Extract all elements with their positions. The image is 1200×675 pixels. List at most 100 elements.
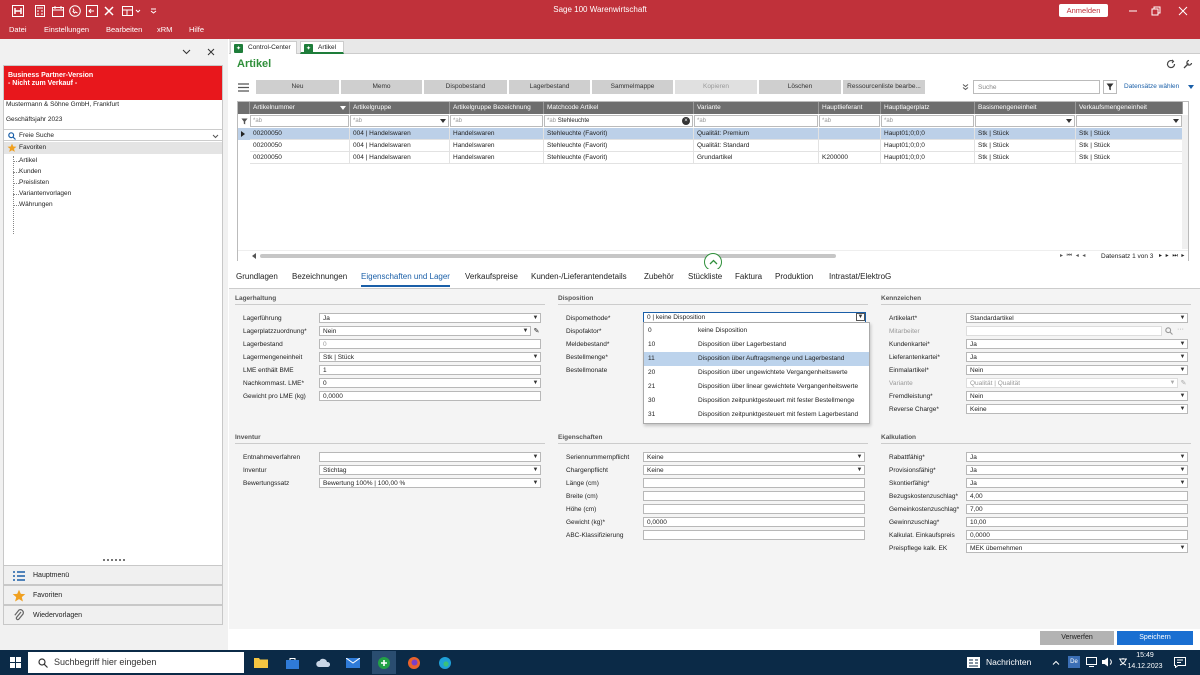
minimize-icon[interactable] (1122, 2, 1144, 20)
tab-verkaufspreise[interactable]: Verkaufspreise (465, 272, 518, 281)
menu-bearbeiten[interactable]: Bearbeiten (106, 25, 142, 34)
search-input[interactable]: Suche (973, 80, 1100, 94)
window-close-icon[interactable] (1172, 2, 1194, 20)
tab-eigenschaften-und-lager[interactable]: Eigenschaften und Lager (361, 272, 450, 287)
tab-stueckliste[interactable]: Stückliste (688, 272, 722, 281)
dropdown-option[interactable]: 11 Disposition über Auftragsmenge und Lag… (644, 352, 869, 366)
kalkulat-einkaufspreis-field[interactable]: 0,0000 (966, 530, 1188, 540)
restore-icon[interactable] (1145, 2, 1167, 20)
column-header-artikelnummer[interactable]: Artikelnummer (250, 102, 350, 114)
mail-icon[interactable] (344, 654, 362, 671)
hamburger-icon[interactable] (236, 81, 250, 93)
speaker-icon[interactable] (1101, 656, 1113, 668)
filter-variante[interactable]: *ab (694, 115, 818, 127)
gewinnzuschlag-field[interactable]: 10,00 (966, 517, 1188, 527)
tab-produktion[interactable]: Produktion (775, 272, 813, 281)
news-widget-icon[interactable] (964, 654, 982, 671)
menu-datei[interactable]: Datei (9, 25, 27, 34)
einmalartikel-select[interactable]: Nein ▼ (966, 365, 1188, 375)
nav-favoriten-button[interactable]: Favoriten (3, 585, 223, 605)
seriennummernpflicht-select[interactable]: Keine ▼ (643, 452, 865, 462)
tree-item-variantenvorlagen[interactable]: Variantenvorlagen (19, 190, 71, 197)
chevron-down-icon[interactable] (1173, 119, 1179, 125)
freie-suche-row[interactable]: Freie Suche (4, 129, 222, 141)
inventur-select[interactable]: Stichtag ▼ (319, 465, 541, 475)
lme-enthaelt-bme-field[interactable]: 1 (319, 365, 541, 375)
tab-control-center[interactable]: ✦ Control-Center (230, 41, 297, 54)
column-header-artikelgruppe[interactable]: Artikelgruppe (350, 102, 450, 114)
sammelmappe-button[interactable]: Sammelmappe (592, 80, 673, 94)
copy-button[interactable]: Kopieren (675, 80, 757, 94)
chevron-down-icon[interactable] (211, 132, 219, 140)
edit-pencil-icon[interactable]: ✎ (532, 326, 541, 336)
edge-icon[interactable] (436, 654, 454, 671)
nav-hauptmenue-button[interactable]: Hauptmenü (3, 565, 223, 585)
clear-filter-icon[interactable]: × (682, 117, 690, 125)
refresh-icon[interactable] (1165, 58, 1177, 70)
vertical-scrollbar[interactable] (1182, 115, 1188, 249)
dropdown-option[interactable]: 10 Disposition über Lagerbestand (644, 338, 869, 352)
dropdown-option[interactable]: 21 Disposition über linear gewichtete Ver… (644, 380, 869, 394)
filter-matchcode[interactable]: *ab Stehleuchte × (544, 115, 693, 127)
chargenpflicht-select[interactable]: Keine ▼ (643, 465, 865, 475)
wrench-icon[interactable] (1182, 58, 1194, 70)
notification-icon[interactable] (1173, 656, 1187, 669)
menu-hilfe[interactable]: Hilfe (189, 25, 204, 34)
gewicht-pro-lme-field[interactable]: 0,0000 (319, 391, 541, 401)
filter-artikelgruppe[interactable]: *ab (350, 115, 449, 127)
clock-date[interactable]: 14.12.2023 (1126, 663, 1164, 670)
new-button[interactable]: Neu (256, 80, 339, 94)
lagerbestand-button[interactable]: Lagerbestand (509, 80, 590, 94)
firefox-icon[interactable] (405, 654, 423, 671)
column-header-hauptlagerplatz[interactable]: Hauptlagerplatz (881, 102, 975, 114)
tree-item-preislisten[interactable]: Preislisten (19, 179, 49, 186)
more-options-icon[interactable]: ··· (1177, 326, 1184, 333)
file-explorer-icon[interactable] (252, 654, 270, 671)
dropdown-option[interactable]: 0 keine Disposition (644, 324, 869, 338)
horizontal-scrollbar[interactable] (260, 254, 836, 258)
tab-kunden-lieferantendetails[interactable]: Kunden-/Lieferantendetails (531, 272, 627, 281)
breite-field[interactable] (643, 491, 865, 501)
filter-icon[interactable] (1103, 80, 1117, 94)
tree-item-waehrungen[interactable]: Währungen (19, 201, 53, 208)
memo-button[interactable]: Memo (341, 80, 422, 94)
abc-klassifizierung-field[interactable] (643, 530, 865, 540)
column-header-hauptlieferant[interactable]: Hauptlieferant (819, 102, 881, 114)
windows-start-icon[interactable] (6, 654, 24, 671)
rabattfaehig-select[interactable]: Ja ▼ (966, 452, 1188, 462)
bewertungssatz-select[interactable]: Bewertung 100% | 100,00 % ▼ (319, 478, 541, 488)
provisionsfaehig-select[interactable]: Ja ▼ (966, 465, 1188, 475)
search-icon[interactable] (1164, 326, 1174, 336)
cloud-app-icon[interactable] (314, 654, 332, 671)
filter-verkaufsmengeneinheit[interactable] (1076, 115, 1182, 127)
tree-item-kunden[interactable]: Kunden (19, 168, 41, 175)
delete-button[interactable]: Löschen (759, 80, 841, 94)
gemeinkostenzuschlag-field[interactable]: 7,00 (966, 504, 1188, 514)
menu-xrm[interactable]: xRM (157, 25, 172, 34)
scroll-left-icon[interactable] (252, 253, 256, 261)
bezugskostenzuschlag-field[interactable]: 4,00 (966, 491, 1188, 501)
skontierfaehig-select[interactable]: Ja ▼ (966, 478, 1188, 488)
column-header-artikelgruppe-bezeichnung[interactable]: Artikelgruppe Bezeichnung (450, 102, 544, 114)
lieferantenkartei-select[interactable]: Ja ▼ (966, 352, 1188, 362)
column-header-verkaufsmengeneinheit[interactable]: Verkaufsmengeneinheit (1076, 102, 1183, 114)
select-records-link[interactable]: Datensätze wählen (1124, 83, 1179, 90)
filter-hauptlieferant[interactable]: *ab (819, 115, 880, 127)
lagerplatzzuordnung-select[interactable]: Nein ▼ (319, 326, 531, 336)
reverse-charge-select[interactable]: Keine ▼ (966, 404, 1188, 414)
gewicht-field[interactable]: 0,0000 (643, 517, 865, 527)
chevron-down-icon[interactable] (440, 119, 446, 125)
favoriten-header[interactable]: Favoriten (4, 142, 222, 154)
lagermengeneinheit-select[interactable]: Stk | Stück ▼ (319, 352, 541, 362)
hoehe-field[interactable] (643, 504, 865, 514)
panel-close-icon[interactable] (206, 47, 216, 57)
filter-artikelnummer[interactable]: *ab (250, 115, 349, 127)
tray-chevron-up-icon[interactable] (1051, 658, 1060, 667)
column-header-basismengeneinheit[interactable]: Basismengeneinheit (975, 102, 1076, 114)
tray-app-icon[interactable]: De (1068, 656, 1080, 668)
chevron-down-icon[interactable] (1187, 83, 1195, 91)
dispobestand-button[interactable]: Dispobestand (424, 80, 507, 94)
news-label[interactable]: Nachrichten (986, 657, 1031, 667)
splitter-handle[interactable] (103, 559, 125, 561)
tab-intrastat-elektrog[interactable]: Intrastat/ElektroG (829, 272, 891, 281)
